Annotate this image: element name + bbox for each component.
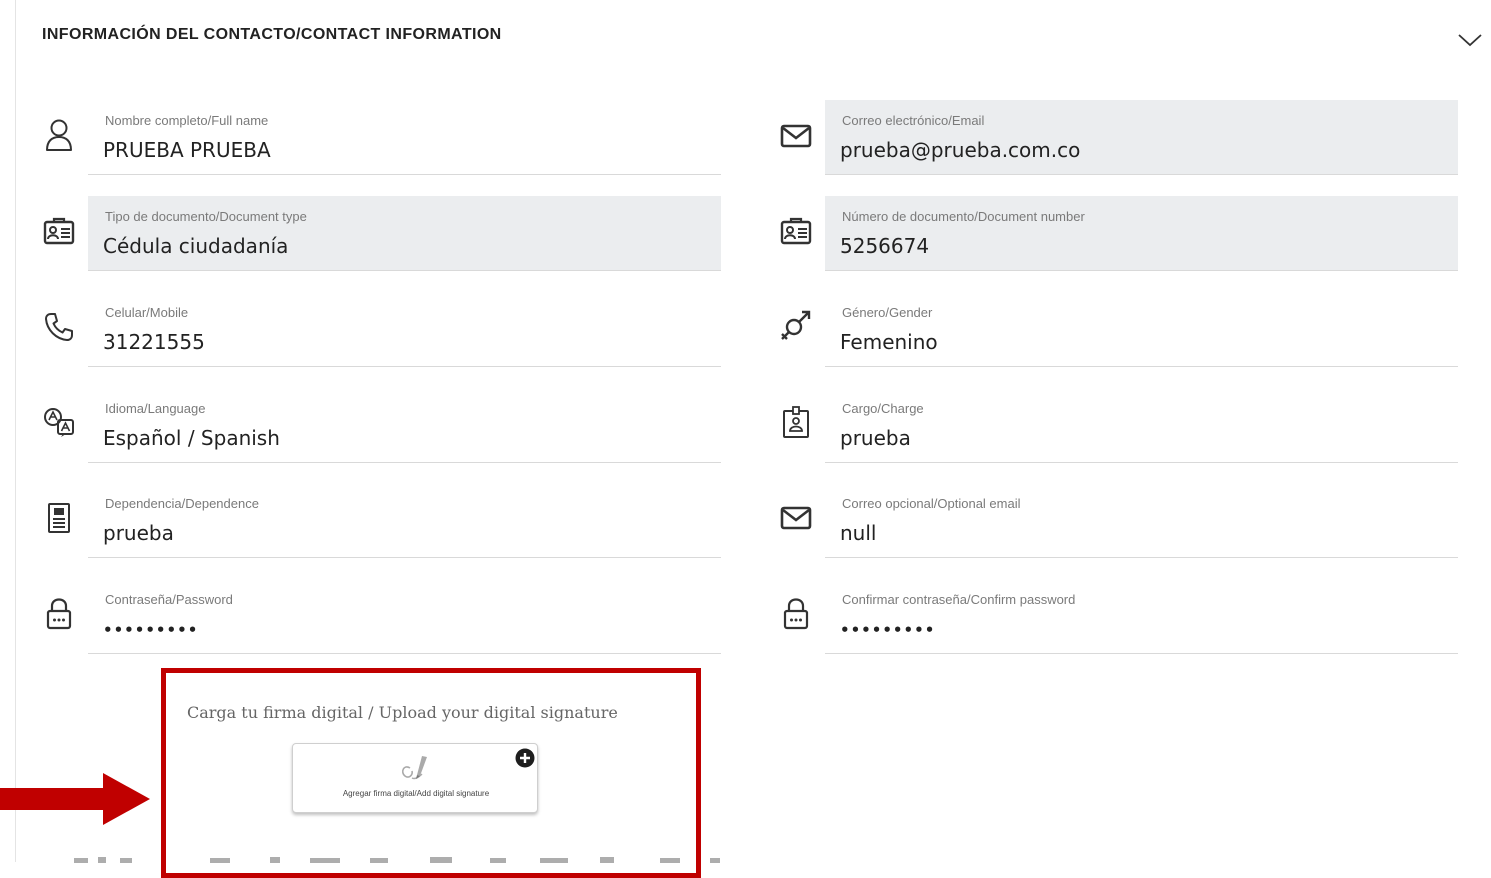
dependence-input[interactable] [103, 521, 703, 545]
person-icon [41, 117, 77, 153]
full-name-field[interactable]: Nombre completo/Full name [88, 100, 721, 175]
badge-icon [778, 404, 814, 440]
confirm-password-field[interactable]: Confirmar contraseña/Confirm password ••… [825, 579, 1458, 654]
lock-icon [778, 596, 814, 632]
charge-input[interactable] [840, 426, 1440, 450]
document-number-label: Número de documento/Document number [842, 209, 1085, 224]
translate-icon [41, 404, 77, 440]
phone-icon [41, 309, 77, 345]
dependence-label: Dependencia/Dependence [105, 496, 259, 511]
full-name-label: Nombre completo/Full name [105, 113, 269, 128]
document-number-field: Número de documento/Document number 5256… [825, 196, 1458, 271]
lock-icon [41, 596, 77, 632]
document-type-value: Cédula ciudadanía [103, 234, 289, 258]
language-input[interactable] [103, 426, 703, 450]
red-arrow-icon [0, 773, 150, 825]
document-type-field: Tipo de documento/Document type Cédula c… [88, 196, 721, 271]
charge-field[interactable]: Cargo/Charge [825, 388, 1458, 463]
confirm-password-label: Confirmar contraseña/Confirm password [842, 592, 1076, 607]
document-number-value: 5256674 [840, 234, 930, 258]
gender-input[interactable] [840, 330, 1440, 354]
language-label: Idioma/Language [105, 401, 206, 416]
chevron-down-icon[interactable] [1457, 30, 1483, 50]
section-title: INFORMACIÓN DEL CONTACTO/CONTACT INFORMA… [42, 26, 502, 43]
email-label: Correo electrónico/Email [842, 113, 985, 128]
language-field[interactable]: Idioma/Language [88, 388, 721, 463]
password-label: Contraseña/Password [105, 592, 233, 607]
password-field[interactable]: Contraseña/Password ••••••••• [88, 579, 721, 654]
password-input[interactable]: ••••••••• [103, 621, 703, 639]
mail-icon [778, 500, 814, 536]
charge-label: Cargo/Charge [842, 401, 924, 416]
left-divider [15, 0, 16, 862]
id-card-icon [778, 213, 814, 249]
confirm-password-input[interactable]: ••••••••• [840, 621, 1440, 639]
gender-icon [778, 308, 814, 344]
optional-email-label: Correo opcional/Optional email [842, 496, 1021, 511]
optional-email-input[interactable] [840, 521, 1440, 545]
dependence-field[interactable]: Dependencia/Dependence [88, 483, 721, 558]
document-icon [41, 500, 77, 536]
mail-icon [778, 118, 814, 154]
signature-highlight-box [161, 668, 701, 878]
mobile-input[interactable] [103, 330, 703, 354]
optional-email-field[interactable]: Correo opcional/Optional email [825, 483, 1458, 558]
mobile-field[interactable]: Celular/Mobile [88, 292, 721, 367]
email-value: prueba@prueba.com.co [840, 138, 1081, 162]
gender-label: Género/Gender [842, 305, 933, 320]
id-card-icon [41, 213, 77, 249]
mobile-label: Celular/Mobile [105, 305, 189, 320]
gender-field[interactable]: Género/Gender [825, 292, 1458, 367]
document-type-label: Tipo de documento/Document type [105, 209, 307, 224]
full-name-input[interactable] [103, 138, 703, 162]
email-field: Correo electrónico/Email prueba@prueba.c… [825, 100, 1458, 175]
contact-information-page: INFORMACIÓN DEL CONTACTO/CONTACT INFORMA… [0, 0, 1491, 878]
